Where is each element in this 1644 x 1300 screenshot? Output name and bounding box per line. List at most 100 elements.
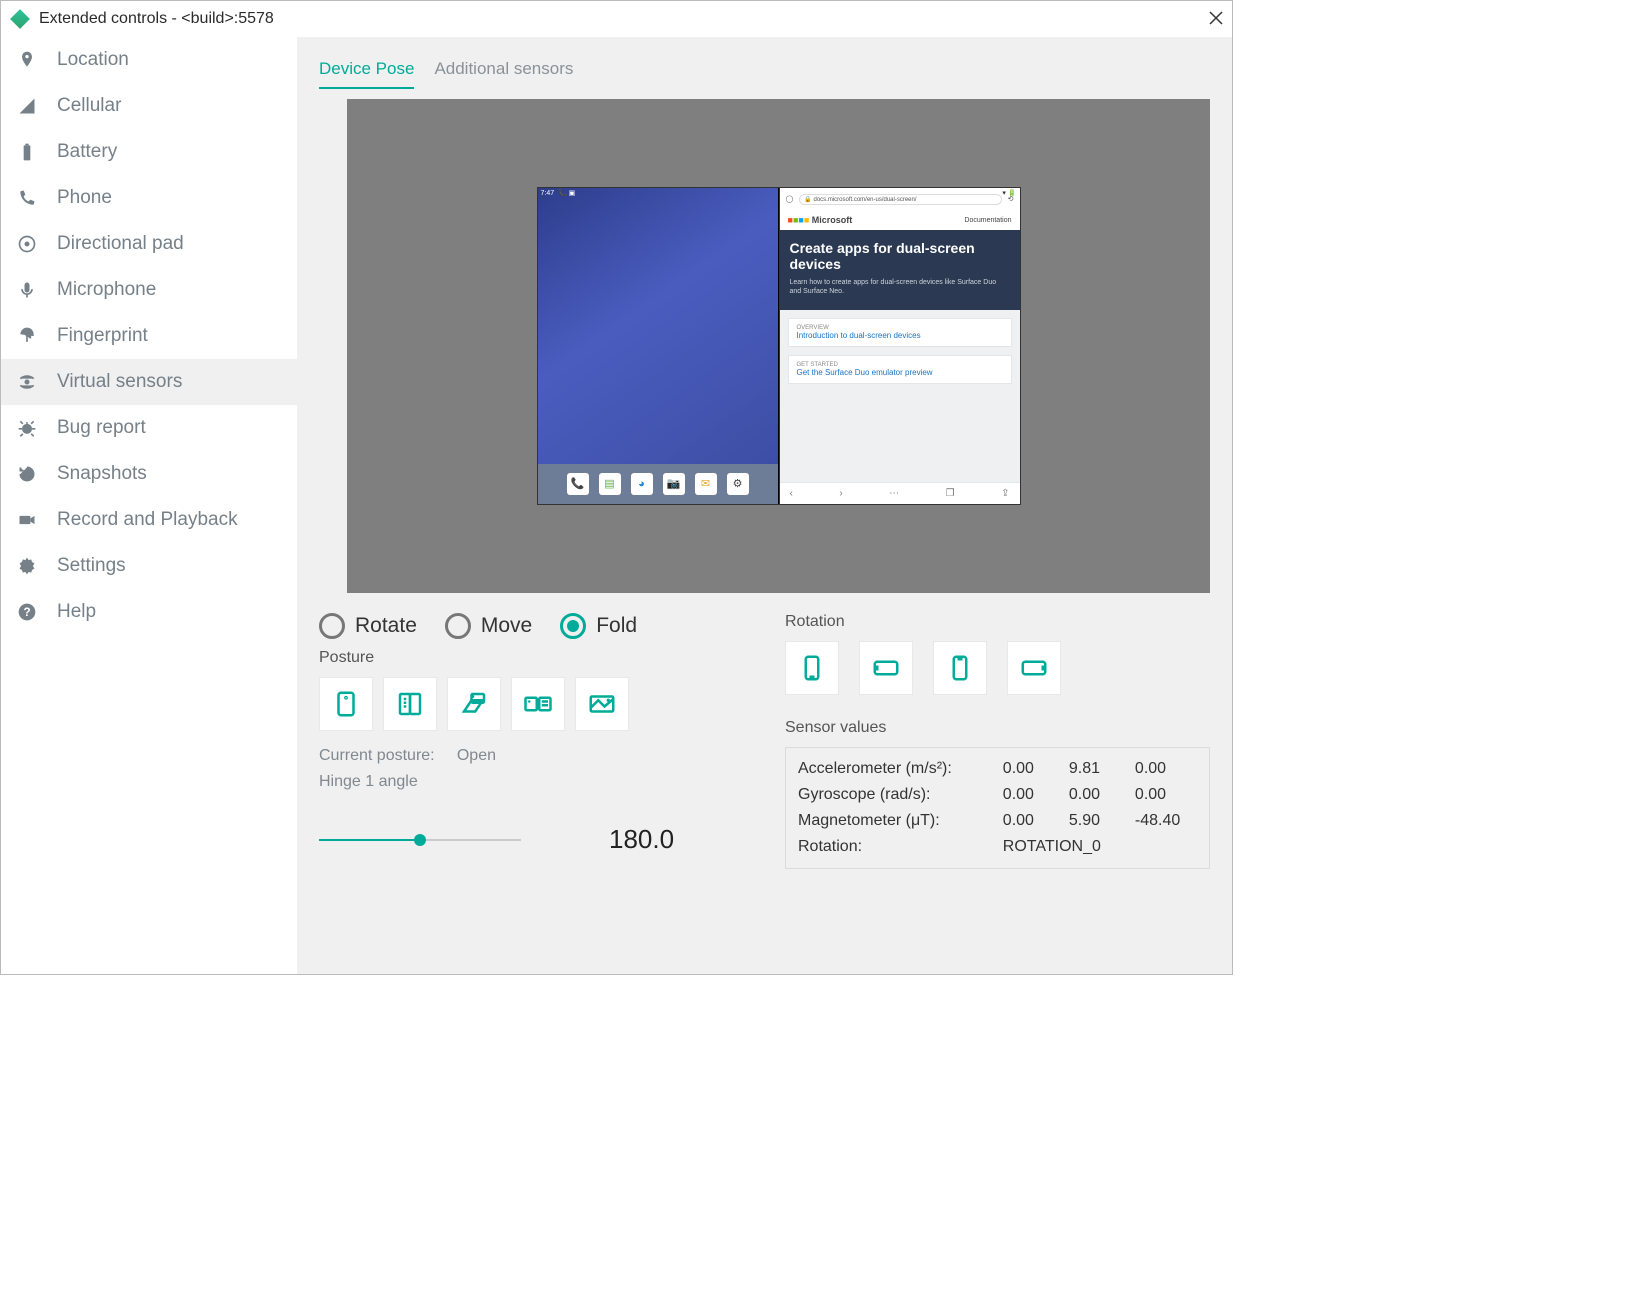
- tabs-icon: ❐: [946, 488, 955, 499]
- sidebar-item-settings[interactable]: Settings: [1, 543, 297, 589]
- sidebar-item-microphone[interactable]: Microphone: [1, 267, 297, 313]
- back-icon: ‹: [790, 488, 793, 499]
- sidebar-item-directional-pad[interactable]: Directional pad: [1, 221, 297, 267]
- sidebar-item-battery[interactable]: Battery: [1, 129, 297, 175]
- window-title: Extended controls - <build>:5578: [39, 10, 274, 28]
- dock-settings-icon: ⚙: [727, 473, 749, 495]
- battery-icon: [17, 142, 57, 162]
- bug-icon: [17, 418, 57, 438]
- fingerprint-icon: [17, 326, 57, 346]
- preview-brand-bar: ■■■■ Microsoft Documentation: [780, 210, 1020, 230]
- sidebar-item-help[interactable]: ? Help: [1, 589, 297, 635]
- sidebar-item-cellular[interactable]: Cellular: [1, 83, 297, 129]
- posture-flat-button[interactable]: [511, 677, 565, 731]
- share-icon: ⇪: [1001, 488, 1009, 499]
- sidebar-item-bug-report[interactable]: Bug report: [1, 405, 297, 451]
- rotation-landscape-button[interactable]: [859, 641, 913, 695]
- mode-fold-radio[interactable]: Fold: [560, 613, 637, 639]
- current-posture-value: Open: [457, 747, 496, 764]
- preview-card-getstarted: GET STARTED Get the Surface Duo emulator…: [788, 355, 1012, 384]
- sidebar-item-label: Help: [57, 601, 96, 623]
- sidebar-item-label: Snapshots: [57, 463, 147, 485]
- forward-icon: ›: [839, 488, 842, 499]
- gear-icon: [17, 556, 57, 576]
- sidebar-item-label: Battery: [57, 141, 117, 163]
- sidebar-item-label: Virtual sensors: [57, 371, 182, 393]
- preview-left-screen: 7:47 📞 ▣ 📞 ▤ ◕ 📷 ✉ ⚙: [537, 187, 779, 505]
- posture-meta: Current posture: Open Hinge 1 angle: [319, 743, 749, 794]
- device-preview[interactable]: 7:47 📞 ▣ 📞 ▤ ◕ 📷 ✉ ⚙ ▾ 🔋: [347, 99, 1210, 593]
- phone-icon: [17, 188, 57, 208]
- preview-browser-footer: ‹ › ⋯ ❐ ⇪: [780, 482, 1020, 504]
- sidebar-item-location[interactable]: Location: [1, 37, 297, 83]
- sidebar-item-phone[interactable]: Phone: [1, 175, 297, 221]
- sidebar-item-label: Cellular: [57, 95, 121, 117]
- dpad-icon: [17, 234, 57, 254]
- dock-phone-icon: 📞: [567, 473, 589, 495]
- posture-closed-button[interactable]: [319, 677, 373, 731]
- camera-icon: [17, 510, 57, 530]
- sidebar-item-virtual-sensors[interactable]: Virtual sensors: [1, 359, 297, 405]
- extended-controls-window: Extended controls - <build>:5578 Locatio…: [0, 0, 1233, 975]
- sidebar-item-label: Fingerprint: [57, 325, 148, 347]
- sidebar-item-label: Microphone: [57, 279, 156, 301]
- app-logo-icon: [10, 9, 30, 29]
- mode-rotate-radio[interactable]: Rotate: [319, 613, 417, 639]
- sidebar-item-label: Record and Playback: [57, 509, 238, 531]
- preview-statusbar: 7:47 📞 ▣: [538, 188, 778, 202]
- dock-mail-icon: ✉: [695, 473, 717, 495]
- more-icon: ⋯: [889, 488, 899, 499]
- main-panel: Device Pose Additional sensors 7:47 📞 ▣ …: [297, 37, 1232, 974]
- preview-card-overview: OVERVIEW Introduction to dual-screen dev…: [788, 318, 1012, 347]
- history-icon: [17, 464, 57, 484]
- sidebar-item-label: Directional pad: [57, 233, 184, 255]
- sidebar-item-label: Bug report: [57, 417, 146, 439]
- sensors-icon: [17, 372, 57, 392]
- preview-cards: OVERVIEW Introduction to dual-screen dev…: [780, 310, 1020, 392]
- pose-mode-group: Rotate Move Fold: [319, 613, 749, 639]
- preview-hero: Create apps for dual-screen devices Lear…: [780, 230, 1020, 310]
- titlebar: Extended controls - <build>:5578: [1, 1, 1232, 37]
- tabs: Device Pose Additional sensors: [319, 59, 1210, 89]
- preview-right-screen: ▾ 🔋 ◯ 🔒 docs.microsoft.com/en-us/dual-sc…: [779, 187, 1021, 505]
- mode-move-radio[interactable]: Move: [445, 613, 532, 639]
- radio-icon: [560, 613, 586, 639]
- hinge-angle-slider[interactable]: [319, 832, 521, 848]
- cellular-icon: [17, 96, 57, 116]
- sensor-values-header: Sensor values: [785, 719, 1210, 737]
- sidebar-item-label: Phone: [57, 187, 112, 209]
- preview-statusbar-right: ▾ 🔋: [780, 188, 1020, 202]
- posture-tent-button[interactable]: [575, 677, 629, 731]
- rotation-buttons: [785, 641, 1210, 695]
- hinge-angle-value: 180.0: [609, 824, 674, 855]
- svg-text:?: ?: [23, 606, 30, 619]
- dock-camera-icon: 📷: [663, 473, 685, 495]
- sensor-values-box: Accelerometer (m/s²): 0.00 9.81 0.00 Gyr…: [785, 747, 1210, 869]
- rotation-portrait-button[interactable]: [785, 641, 839, 695]
- tab-additional-sensors[interactable]: Additional sensors: [434, 59, 573, 89]
- sidebar-item-label: Settings: [57, 555, 126, 577]
- rotation-portrait-flipped-button[interactable]: [933, 641, 987, 695]
- posture-buttons: [319, 677, 749, 731]
- help-icon: ?: [17, 602, 57, 622]
- tab-device-pose[interactable]: Device Pose: [319, 59, 414, 89]
- dock-edge-icon: ◕: [631, 473, 653, 495]
- posture-laptop-button[interactable]: [447, 677, 501, 731]
- sidebar: Location Cellular Battery Phone Directio…: [1, 37, 297, 974]
- sidebar-item-label: Location: [57, 49, 129, 71]
- sidebar-item-fingerprint[interactable]: Fingerprint: [1, 313, 297, 359]
- sensor-row-magnetometer: Magnetometer (μT): 0.00 5.90 -48.40: [796, 808, 1199, 834]
- radio-icon: [445, 613, 471, 639]
- rotation-header: Rotation: [785, 613, 1210, 631]
- close-button[interactable]: [1208, 10, 1224, 29]
- location-icon: [17, 50, 57, 70]
- sidebar-item-snapshots[interactable]: Snapshots: [1, 451, 297, 497]
- rotation-landscape-flipped-button[interactable]: [1007, 641, 1061, 695]
- preview-dock: 📞 ▤ ◕ 📷 ✉ ⚙: [538, 464, 778, 504]
- posture-header: Posture: [319, 649, 749, 667]
- mic-icon: [17, 280, 57, 300]
- sensor-row-rotation: Rotation: ROTATION_0: [796, 834, 1199, 860]
- sidebar-item-record-playback[interactable]: Record and Playback: [1, 497, 297, 543]
- sensor-row-gyroscope: Gyroscope (rad/s): 0.00 0.00 0.00: [796, 782, 1199, 808]
- posture-book-button[interactable]: [383, 677, 437, 731]
